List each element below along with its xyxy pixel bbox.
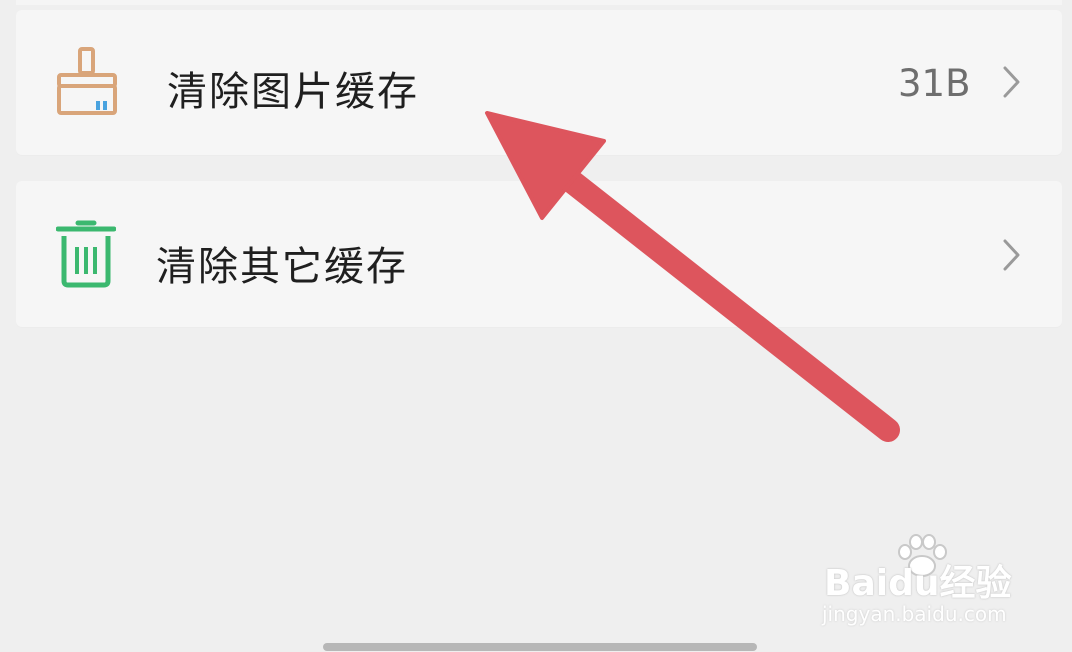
- watermark-site: jingyan.baidu.com: [822, 602, 1007, 626]
- clear-other-cache-row[interactable]: 清除其它缓存: [16, 181, 1062, 327]
- home-indicator[interactable]: [323, 643, 757, 651]
- chevron-right-icon: [1000, 237, 1024, 277]
- cache-size-value: 31B: [898, 62, 971, 105]
- chevron-right-icon: [1000, 64, 1024, 104]
- clear-image-cache-row[interactable]: 清除图片缓存 31B: [16, 10, 1062, 155]
- baidu-watermark: Baidu经验 jingyan.baidu.com: [820, 534, 1020, 630]
- watermark-brand: Baidu经验: [824, 563, 1012, 604]
- row-label: 清除其它缓存: [156, 244, 408, 290]
- trash-icon: [55, 219, 117, 293]
- broom-icon: [54, 46, 120, 120]
- top-divider: [16, 0, 1062, 5]
- row-label: 清除图片缓存: [167, 69, 419, 115]
